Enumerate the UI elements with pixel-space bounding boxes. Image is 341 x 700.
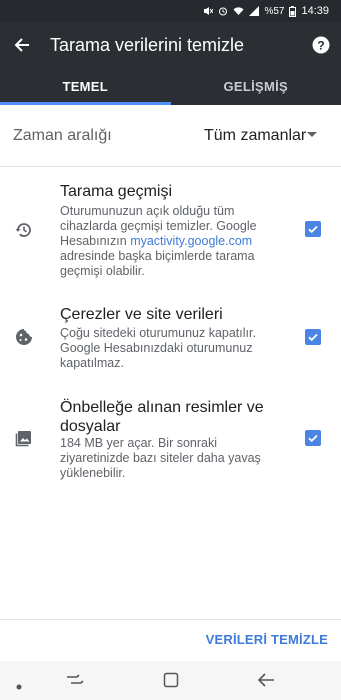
option-title: Tarama geçmişi (60, 183, 173, 200)
clear-data-button[interactable]: VERİLERİ TEMİZLE (206, 632, 328, 647)
svg-text:?: ? (317, 39, 324, 53)
time-range-label: Zaman aralığı (13, 127, 112, 144)
status-bar: %57 14:39 (0, 0, 341, 22)
tab-bar: TEMEL GELİŞMİŞ (0, 68, 341, 105)
recent-apps-icon[interactable] (66, 673, 84, 692)
alarm-icon (218, 6, 228, 16)
option-cookies[interactable]: Çerezler ve site verileri Çoğu sitedeki … (0, 303, 341, 373)
arrow-back-icon (14, 38, 29, 52)
divider (0, 619, 341, 620)
option-title: Çerezler ve site verileri (60, 306, 223, 323)
cookie-icon (14, 327, 34, 347)
divider (0, 166, 341, 167)
tab-advanced[interactable]: GELİŞMİŞ (171, 68, 341, 105)
dot-icon[interactable] (16, 677, 22, 695)
tab-basic[interactable]: TEMEL (0, 68, 171, 105)
time-range-row[interactable]: Zaman aralığı Tüm zamanlar (0, 118, 341, 154)
battery-icon (289, 5, 297, 17)
option-browsing-history[interactable]: Tarama geçmişi Oturumunuzun açık olduğu … (0, 180, 341, 280)
wifi-icon (233, 6, 244, 16)
system-nav-bar (0, 661, 341, 700)
time-range-select[interactable]: Tüm zamanlar (204, 127, 306, 145)
dropdown-arrow-icon[interactable] (307, 132, 317, 137)
status-icons: %57 14:39 (203, 5, 329, 17)
option-description: 184 MB yer açar. Bir sonraki ziyaretiniz… (60, 436, 261, 480)
back-button[interactable] (0, 22, 44, 68)
clock: 14:39 (301, 5, 329, 17)
battery-percent: %57 (264, 5, 285, 17)
back-nav-icon[interactable] (257, 672, 275, 693)
option-cached-images[interactable]: Önbelleğe alınan resimler ve dosyalar 18… (0, 398, 341, 488)
check-icon (308, 434, 318, 443)
check-icon (308, 333, 318, 342)
signal-icon (249, 6, 260, 16)
page-title: Tarama verilerini temizle (50, 34, 245, 55)
myactivity-link[interactable]: myactivity.google.com (130, 234, 252, 248)
checkbox-browsing-history[interactable] (305, 221, 321, 237)
option-description: Çoğu sitedeki oturumunuz kapatılır. Goog… (60, 326, 256, 370)
image-icon (14, 428, 34, 448)
help-icon: ? (312, 36, 330, 54)
checkbox-cookies[interactable] (305, 329, 321, 345)
home-icon[interactable] (163, 672, 179, 693)
app-bar: Tarama verilerini temizle ? (0, 22, 341, 68)
option-description: Oturumunuzun açık olduğu tüm cihazlarda … (60, 204, 257, 278)
help-button[interactable]: ? (301, 22, 341, 68)
check-icon (308, 225, 318, 234)
mute-icon (203, 6, 214, 16)
option-title: Önbelleğe alınan resimler ve dosyalar (60, 399, 264, 435)
checkbox-cached-images[interactable] (305, 430, 321, 446)
history-icon (14, 220, 34, 240)
